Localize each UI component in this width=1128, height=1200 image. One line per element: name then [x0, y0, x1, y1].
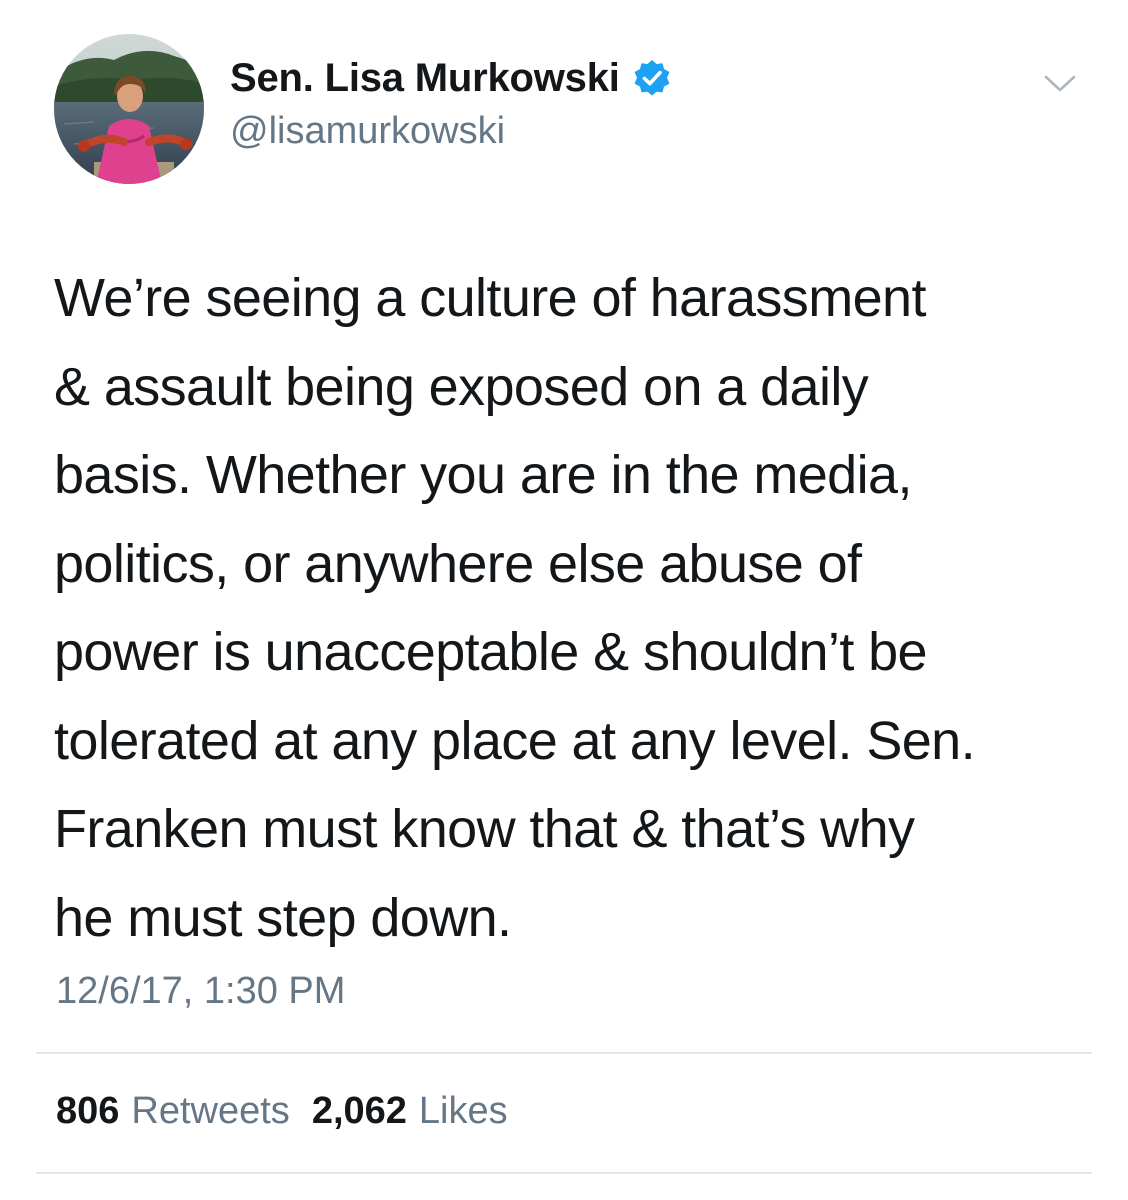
tweet-timestamp[interactable]: 12/6/17, 1:30 PM: [56, 970, 345, 1013]
author-info: Sen. Lisa Murkowski @lisamurkowski: [230, 52, 672, 153]
retweets-label: Retweets: [131, 1090, 290, 1132]
tweet-text-line: he must step down.: [54, 887, 512, 948]
name-row: Sen. Lisa Murkowski: [230, 52, 672, 104]
likes-label: Likes: [418, 1090, 508, 1132]
tweet-text-line: tolerated at any place at any level. Sen…: [54, 710, 976, 771]
user-handle[interactable]: @lisamurkowski: [230, 110, 672, 153]
tweet-text-line: power is unacceptable & shouldn’t be: [54, 622, 928, 682]
tweet-text-line: Franken must know that & that’s why: [54, 799, 915, 859]
avatar-photo: [54, 34, 204, 184]
display-name[interactable]: Sen. Lisa Murkowski: [230, 56, 620, 101]
likes-count: 2,062: [311, 1090, 407, 1132]
divider: [36, 1052, 1092, 1054]
tweet-stats: 806 Retweets 2,062 Likes: [56, 1090, 530, 1133]
divider: [36, 1172, 1092, 1174]
tweet-text-line: basis. Whether you are in the media,: [54, 445, 912, 505]
tweet-card: Sen. Lisa Murkowski @lisamurkowski We’re…: [0, 0, 1128, 1200]
retweets-stat[interactable]: 806 Retweets: [56, 1090, 290, 1133]
tweet-text-line: politics, or anywhere else abuse of: [54, 533, 862, 594]
likes-stat[interactable]: 2,062 Likes: [312, 1090, 508, 1133]
tweet-text: We’re seeing a culture of harassment & a…: [54, 254, 1084, 962]
tweet-text-line: We’re seeing a culture of harassment: [54, 268, 926, 328]
chevron-down-icon[interactable]: [1040, 68, 1080, 98]
avatar[interactable]: [54, 34, 204, 184]
retweets-count: 806: [56, 1090, 120, 1132]
verified-badge-icon: [632, 58, 672, 98]
tweet-text-line: & assault being exposed on a daily: [54, 356, 869, 417]
